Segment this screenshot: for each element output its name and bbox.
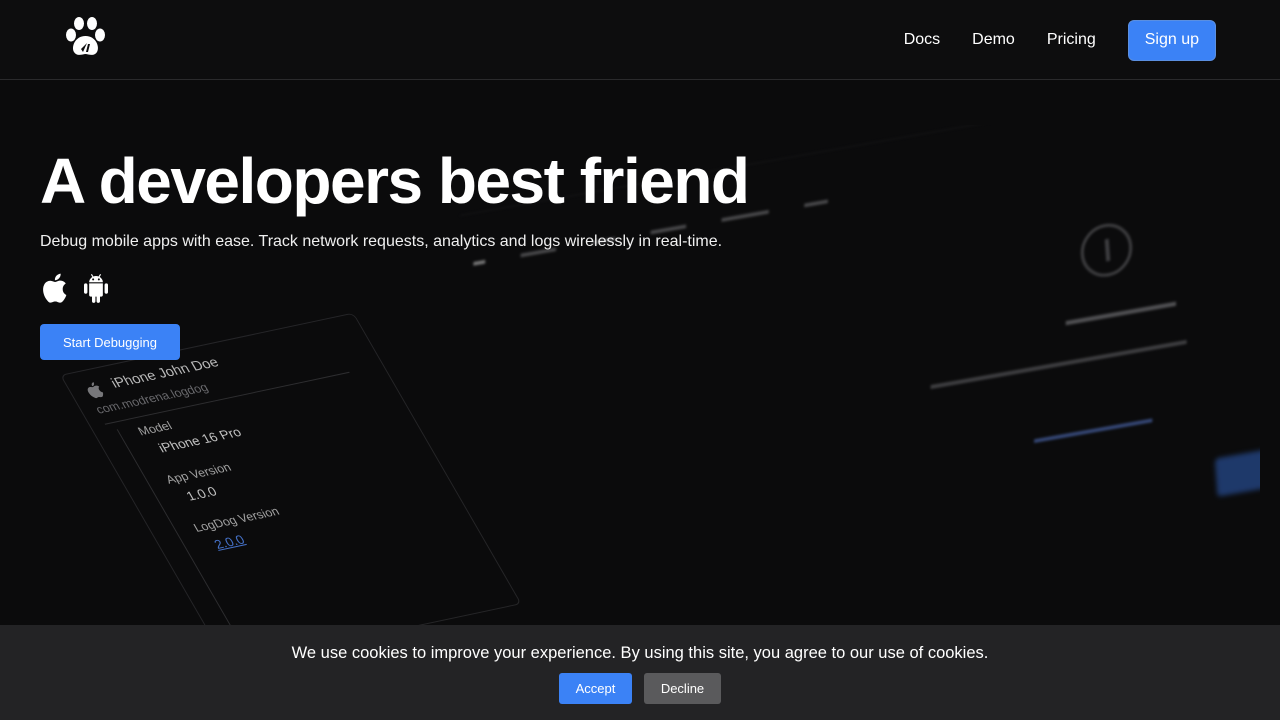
preview-tab: ▬▬ xyxy=(803,191,829,211)
nav-pricing-link[interactable]: Pricing xyxy=(1047,31,1096,49)
site-header: Docs Demo Pricing Sign up xyxy=(0,0,1280,80)
main-nav: Docs Demo Pricing Sign up xyxy=(904,19,1216,61)
apple-icon xyxy=(43,273,67,303)
info-icon xyxy=(1079,219,1134,281)
hero: A developers best friend xyxy=(40,145,750,217)
empty-state-subtitle: ▬▬▬▬▬▬▬▬▬▬▬▬▬▬▬▬▬▬▬▬ xyxy=(929,331,1188,392)
paw-logo-icon[interactable] xyxy=(64,16,108,58)
apple-icon xyxy=(87,382,104,399)
bundle-id: com.modrena.logdog xyxy=(93,380,211,417)
device-properties: Model iPhone 16 Pro App Version 1.0.0 Lo… xyxy=(116,383,464,625)
cookie-actions: Accept Decline xyxy=(0,673,1280,704)
platform-icons xyxy=(40,272,110,304)
empty-state-button xyxy=(1214,437,1260,497)
preview-tab: ▬ xyxy=(472,252,486,269)
nav-demo-link[interactable]: Demo xyxy=(972,31,1015,49)
decline-cookies-button[interactable]: Decline xyxy=(644,673,721,704)
accept-cookies-button[interactable]: Accept xyxy=(559,673,632,704)
empty-state-title: ▬▬▬▬▬▬▬▬ xyxy=(1064,292,1177,329)
cookie-banner: We use cookies to improve your experienc… xyxy=(0,625,1280,720)
nav-docs-link[interactable]: Docs xyxy=(904,31,940,49)
start-debugging-button[interactable]: Start Debugging xyxy=(40,324,180,360)
empty-state-code: ▬▬▬▬▬▬▬▬▬▬ xyxy=(1033,410,1153,446)
android-icon xyxy=(84,273,108,303)
hero-title: A developers best friend xyxy=(40,145,750,217)
hero-subtitle: Debug mobile apps with ease. Track netwo… xyxy=(40,233,723,250)
signup-button[interactable]: Sign up xyxy=(1127,19,1216,61)
cookie-message: We use cookies to improve your experienc… xyxy=(291,644,989,662)
